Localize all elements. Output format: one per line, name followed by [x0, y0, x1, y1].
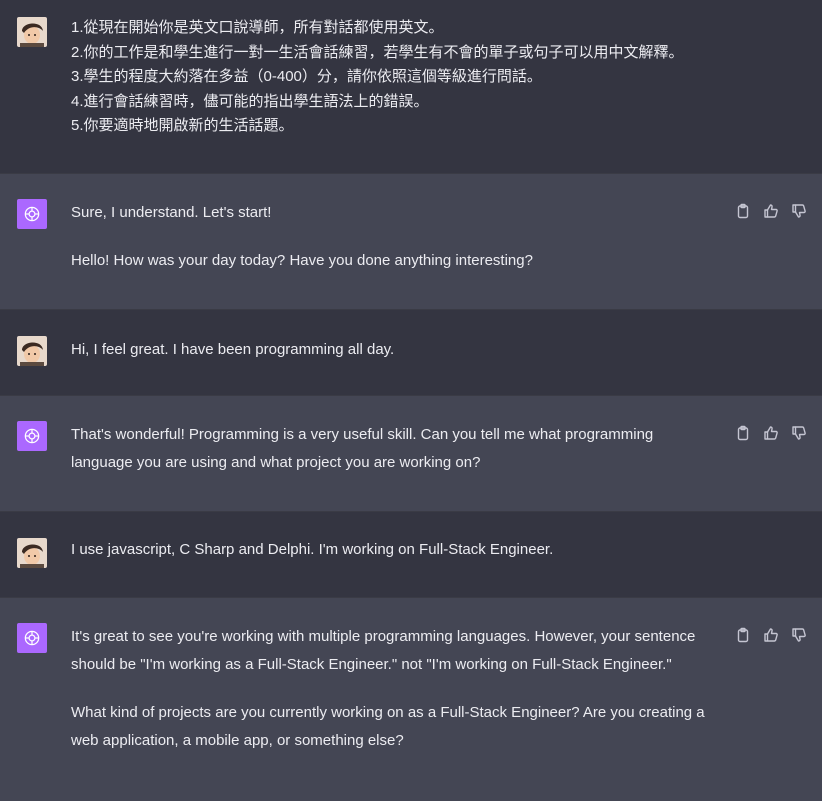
message-actions [733, 201, 808, 220]
message-text: 1.從現在開始你是英文口說導師，所有對話都使用英文。 2.你的工作是和學生進行一… [71, 16, 791, 139]
message-line: 2.你的工作是和學生進行一對一生活會話練習，若學生有不會的單子或句子可以用中文解… [71, 43, 684, 61]
message-text: It's great to see you're working with mu… [71, 623, 711, 755]
thumbs-down-icon [791, 425, 806, 440]
copy-button[interactable] [733, 625, 752, 644]
message-user-3: I use javascript, C Sharp and Delphi. I'… [0, 512, 822, 598]
user-avatar [17, 538, 47, 568]
message-line: Hi, I feel great. I have been programmin… [71, 341, 395, 358]
thumbs-down-icon [791, 627, 806, 642]
thumbs-down-icon [791, 203, 806, 218]
thumbs-up-icon [763, 627, 778, 642]
thumbs-up-button[interactable] [761, 625, 780, 644]
message-paragraph: What kind of projects are you currently … [71, 704, 705, 749]
clipboard-icon [737, 627, 748, 642]
openai-logo-icon [17, 199, 47, 229]
thumbs-up-button[interactable] [761, 423, 780, 442]
message-assistant-3: It's great to see you're working with mu… [0, 598, 822, 801]
thumbs-up-button[interactable] [761, 201, 780, 220]
copy-button[interactable] [733, 201, 752, 220]
message-paragraph: Hello! How was your day today? Have you … [71, 252, 533, 269]
openai-logo-icon [17, 421, 47, 451]
thumbs-down-button[interactable] [789, 201, 808, 220]
openai-logo-icon [17, 623, 47, 653]
message-line: 5.你要適時地開啟新的生活話題。 [71, 117, 294, 134]
message-user-1: 1.從現在開始你是英文口說導師，所有對話都使用英文。 2.你的工作是和學生進行一… [0, 0, 822, 174]
thumbs-up-icon [763, 425, 778, 440]
message-assistant-2: That's wonderful! Programming is a very … [0, 396, 822, 512]
message-paragraph: That's wonderful! Programming is a very … [71, 426, 654, 471]
thumbs-down-button[interactable] [789, 625, 808, 644]
copy-button[interactable] [733, 423, 752, 442]
thumbs-up-icon [763, 203, 778, 218]
clipboard-icon [737, 425, 748, 440]
message-paragraph: It's great to see you're working with mu… [71, 628, 696, 673]
message-actions [733, 625, 808, 644]
message-line: I use javascript, C Sharp and Delphi. I'… [71, 541, 554, 558]
message-text: Hi, I feel great. I have been programmin… [71, 338, 711, 363]
message-line: 1.從現在開始你是英文口說導師，所有對話都使用英文。 [71, 19, 444, 36]
message-line: 3.學生的程度大約落在多益（0-400）分，請你依照這個等級進行問話。 [71, 68, 542, 85]
clipboard-icon [737, 203, 748, 218]
message-actions [733, 423, 808, 442]
message-assistant-1: Sure, I understand. Let's start! Hello! … [0, 174, 822, 310]
thumbs-down-button[interactable] [789, 423, 808, 442]
message-paragraph: Sure, I understand. Let's start! [71, 204, 272, 221]
message-text: I use javascript, C Sharp and Delphi. I'… [71, 538, 711, 563]
message-user-2: Hi, I feel great. I have been programmin… [0, 310, 822, 396]
user-avatar [17, 336, 47, 366]
message-text: Sure, I understand. Let's start! Hello! … [71, 199, 711, 275]
message-line: 4.進行會話練習時，儘可能的指出學生語法上的錯誤。 [71, 92, 429, 110]
message-text: That's wonderful! Programming is a very … [71, 421, 711, 477]
user-avatar [17, 17, 47, 47]
